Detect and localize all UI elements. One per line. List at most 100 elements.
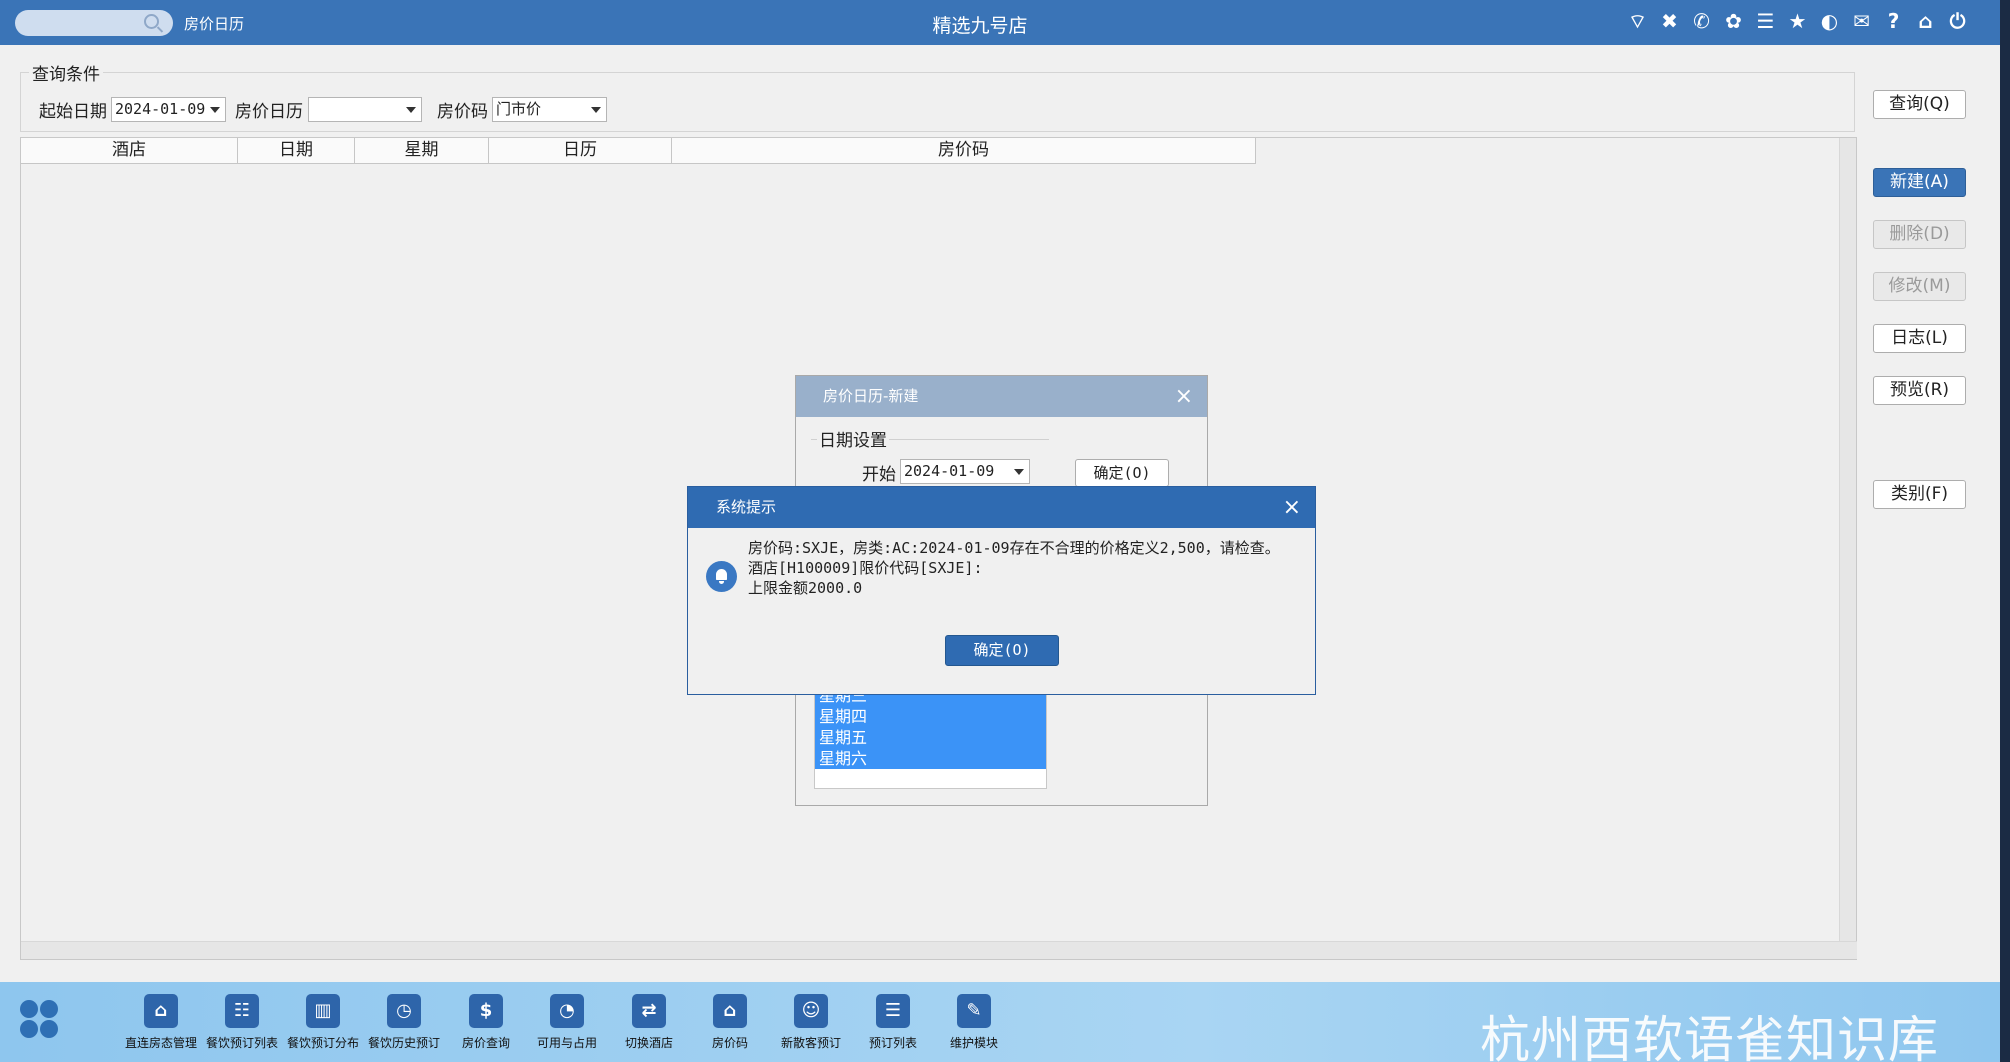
dialog-ok-button[interactable]: 确定(O) bbox=[1075, 459, 1169, 487]
dialog-start-date-value: 2024-01-09 bbox=[904, 462, 995, 480]
query-legend: 查询条件 bbox=[29, 60, 103, 85]
wifi-icon[interactable]: ⌔ bbox=[1625, 9, 1650, 34]
taskbar-item-label: 新散客预订 bbox=[780, 1036, 841, 1050]
wrench-icon: ✎ bbox=[957, 994, 991, 1028]
horizontal-scrollbar[interactable] bbox=[21, 941, 1857, 959]
column-calendar[interactable]: 日历 bbox=[489, 138, 672, 164]
taskbar-item-dining-booking-list[interactable]: ☷ 餐饮预订列表 bbox=[197, 994, 287, 1051]
building-icon: ▥ bbox=[306, 994, 340, 1028]
logo-dot bbox=[40, 1000, 58, 1018]
taskbar-item-label: 餐饮预订列表 bbox=[205, 1036, 278, 1050]
query-conditions: 查询条件 起始日期 2024-01-09 房价日历 房价码 门市价 bbox=[20, 60, 1855, 132]
taskbar-item-rate-query[interactable]: $ 房价查询 bbox=[441, 994, 531, 1051]
taskbar-item-label: 预订列表 bbox=[868, 1036, 917, 1050]
taskbar-item-booking-list[interactable]: ☰ 预订列表 bbox=[848, 994, 938, 1051]
home-icon[interactable]: ⌂ bbox=[1913, 9, 1938, 34]
close-icon[interactable]: × bbox=[1175, 376, 1193, 417]
preview-button[interactable]: 预览(R) bbox=[1873, 376, 1966, 405]
start-date-label: 起始日期 bbox=[39, 102, 107, 122]
column-date[interactable]: 日期 bbox=[238, 138, 355, 164]
dialog-start-label: 开始 bbox=[862, 465, 896, 485]
taskbar-item-label: 维护模块 bbox=[949, 1036, 998, 1050]
rate-code-value: 门市价 bbox=[496, 100, 542, 118]
house-icon: ⌂ bbox=[144, 994, 178, 1028]
category-button[interactable]: 类别(F) bbox=[1873, 480, 1966, 509]
power-icon[interactable]: ⏻ bbox=[1945, 9, 1970, 34]
dialog-start-date-combo[interactable]: 2024-01-09 bbox=[900, 459, 1030, 484]
system-alert-dialog: 系统提示 × 房价码:SXJE，房类:AC:2024-01-09存在不合理的价格… bbox=[687, 486, 1316, 695]
list-item[interactable]: 星期六 bbox=[815, 748, 1046, 769]
coins-icon: $ bbox=[469, 994, 503, 1028]
top-bar: 房价日历 精选九号店 ⌔ ✖ ✆ ✿ ☰ ★ ◐ ✉ ? ⌂ ⏻ bbox=[0, 0, 2010, 45]
tools-icon[interactable]: ✖ bbox=[1657, 9, 1682, 34]
alert-titlebar: 系统提示 × bbox=[688, 487, 1315, 528]
dialog-title: 房价日历-新建 bbox=[823, 387, 919, 405]
column-hotel[interactable]: 酒店 bbox=[21, 138, 238, 164]
column-weekday[interactable]: 星期 bbox=[355, 138, 489, 164]
taskbar-item-dining-booking-distribution[interactable]: ▥ 餐饮预订分布 bbox=[278, 994, 368, 1051]
chevron-down-icon[interactable] bbox=[406, 107, 416, 113]
alert-ok-button[interactable]: 确定(O) bbox=[945, 635, 1059, 666]
help-icon[interactable]: ? bbox=[1881, 9, 1906, 34]
taskbar-item-direct-room-status[interactable]: ⌂ 直连房态管理 bbox=[116, 994, 206, 1051]
rate-code-label: 房价码 bbox=[437, 102, 488, 122]
rate-code-combo[interactable]: 门市价 bbox=[492, 97, 607, 122]
logo-dot bbox=[20, 1020, 38, 1038]
taskbar-item-label: 可用与占用 bbox=[536, 1036, 597, 1050]
taskbar-item-maintenance[interactable]: ✎ 维护模块 bbox=[929, 994, 1019, 1051]
mail-icon[interactable]: ✉ bbox=[1849, 9, 1874, 34]
close-icon[interactable]: × bbox=[1283, 487, 1301, 528]
taskbar-item-label: 直连房态管理 bbox=[124, 1036, 197, 1050]
taskbar-item-label: 餐饮预订分布 bbox=[286, 1036, 359, 1050]
calendar-label: 房价日历 bbox=[235, 102, 303, 122]
logo-dot bbox=[20, 1000, 38, 1018]
new-button[interactable]: 新建(A) bbox=[1873, 168, 1966, 197]
chevron-down-icon[interactable] bbox=[210, 107, 220, 113]
clipboard-icon: ☷ bbox=[225, 994, 259, 1028]
pie-chart-icon: ◔ bbox=[550, 994, 584, 1028]
taskbar-item-dining-history[interactable]: ◷ 餐饮历史预订 bbox=[359, 994, 449, 1051]
calendar-combo[interactable] bbox=[308, 97, 422, 122]
alert-line-1: 房价码:SXJE，房类:AC:2024-01-09存在不合理的价格定义2,500… bbox=[748, 539, 1280, 557]
vertical-scrollbar[interactable] bbox=[1839, 138, 1856, 942]
log-button[interactable]: 日志(L) bbox=[1873, 324, 1966, 353]
phone-icon[interactable]: ✆ bbox=[1689, 9, 1714, 34]
chevron-down-icon[interactable] bbox=[1014, 469, 1024, 475]
taskbar-item-label: 房价查询 bbox=[461, 1036, 510, 1050]
weekday-list[interactable]: 星期三 星期四 星期五 星期六 bbox=[814, 691, 1047, 789]
house-icon: ⌂ bbox=[713, 994, 747, 1028]
grid-header: 酒店 日期 星期 日历 房价码 bbox=[21, 138, 1256, 164]
start-date-combo[interactable]: 2024-01-09 bbox=[111, 97, 226, 122]
app-logo-icon[interactable] bbox=[20, 1000, 60, 1040]
top-toolbar: ⌔ ✖ ✆ ✿ ☰ ★ ◐ ✉ ? ⌂ ⏻ bbox=[1625, 9, 1970, 34]
right-edge bbox=[2000, 0, 2010, 1062]
taskbar-item-switch-hotel[interactable]: ⇄ 切换酒店 bbox=[604, 994, 694, 1051]
user-add-icon: ☺ bbox=[794, 994, 828, 1028]
clock-icon: ◷ bbox=[387, 994, 421, 1028]
start-date-value: 2024-01-09 bbox=[115, 100, 206, 118]
alert-title: 系统提示 bbox=[716, 498, 777, 516]
taskbar-item-label: 房价码 bbox=[711, 1036, 748, 1050]
taskbar-item-new-walkin[interactable]: ☺ 新散客预订 bbox=[766, 994, 856, 1051]
bell-icon bbox=[706, 561, 737, 592]
modify-button[interactable]: 修改(M) bbox=[1873, 272, 1966, 301]
query-button[interactable]: 查询(Q) bbox=[1873, 90, 1966, 119]
list-item[interactable]: 星期四 bbox=[815, 706, 1046, 727]
star-icon[interactable]: ★ bbox=[1785, 9, 1810, 34]
document-icon: ☰ bbox=[876, 994, 910, 1028]
taskbar-item-availability[interactable]: ◔ 可用与占用 bbox=[522, 994, 612, 1051]
moon-icon[interactable]: ◐ bbox=[1817, 9, 1842, 34]
alert-message: 房价码:SXJE，房类:AC:2024-01-09存在不合理的价格定义2,500… bbox=[748, 538, 1308, 598]
switch-icon: ⇄ bbox=[632, 994, 666, 1028]
column-rate-code[interactable]: 房价码 bbox=[672, 138, 1256, 164]
menu-icon[interactable]: ☰ bbox=[1753, 9, 1778, 34]
taskbar-item-label: 餐饮历史预订 bbox=[367, 1036, 440, 1050]
taskbar-item-rate-code[interactable]: ⌂ 房价码 bbox=[685, 994, 775, 1051]
logo-dot bbox=[40, 1020, 58, 1038]
palette-icon[interactable]: ✿ bbox=[1721, 9, 1746, 34]
watermark-text: 杭州西软语雀知识库 bbox=[1480, 1011, 1939, 1062]
delete-button[interactable]: 删除(D) bbox=[1873, 220, 1966, 249]
alert-line-3: 上限金额2000.0 bbox=[748, 579, 863, 597]
list-item[interactable]: 星期五 bbox=[815, 727, 1046, 748]
chevron-down-icon[interactable] bbox=[591, 107, 601, 113]
